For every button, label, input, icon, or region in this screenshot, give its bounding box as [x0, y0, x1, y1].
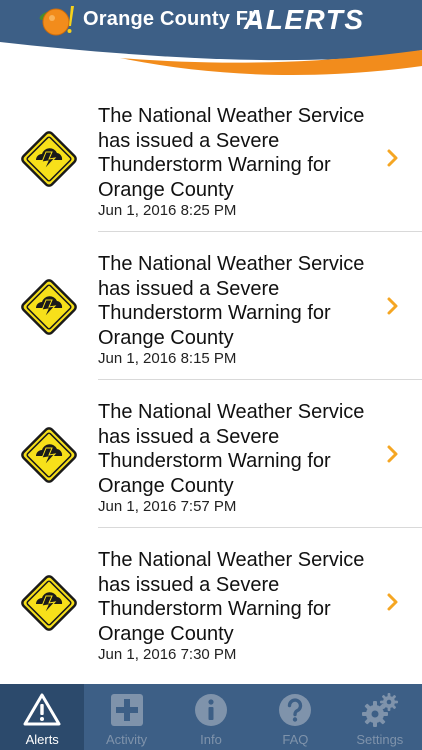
alert-text: The National Weather Service has issued … — [98, 549, 365, 645]
alert-row[interactable]: The National Weather Service has issued … — [0, 380, 422, 528]
alert-row[interactable]: The National Weather Service has issued … — [0, 84, 422, 232]
thunderstorm-warning-icon — [21, 131, 77, 187]
gear-icon — [361, 693, 398, 727]
warning-triangle-icon — [23, 693, 61, 726]
plus-icon — [110, 694, 143, 726]
alert-date: Jun 1, 2016 7:57 PM — [98, 498, 237, 515]
alert-text: The National Weather Service has issued … — [98, 105, 365, 201]
tab-label: Alerts — [25, 732, 59, 747]
chevron-right-icon — [387, 445, 398, 463]
tab-info[interactable]: Info — [169, 684, 253, 750]
info-icon — [195, 694, 228, 726]
tab-label: Settings — [356, 732, 404, 747]
question-icon — [279, 694, 312, 726]
app-title: Orange County FL — [83, 8, 261, 30]
tab-label: Activity — [106, 732, 148, 747]
chevron-right-icon — [387, 149, 398, 167]
alert-list: The National Weather Service has issued … — [0, 84, 422, 684]
alert-date: Jun 1, 2016 8:25 PM — [98, 202, 237, 219]
thunderstorm-warning-icon — [21, 575, 77, 631]
alert-date: Jun 1, 2016 7:30 PM — [98, 646, 237, 663]
orange-logo-icon — [39, 6, 74, 36]
tab-faq[interactable]: FAQ — [253, 684, 337, 750]
app-header: Orange County FL ALERTS — [0, 0, 422, 80]
tab-bar: Alerts Activity Info FAQ Settings — [0, 684, 422, 750]
alert-row[interactable]: The National Weather Service has issued … — [0, 232, 422, 380]
tab-label: Info — [200, 732, 222, 747]
alert-text: The National Weather Service has issued … — [98, 401, 365, 497]
chevron-right-icon — [387, 593, 398, 611]
alert-text: The National Weather Service has issued … — [98, 253, 365, 349]
app-title-alerts: ALERTS — [244, 4, 365, 35]
tab-alerts[interactable]: Alerts — [0, 684, 85, 750]
alert-row[interactable]: The National Weather Service has issued … — [0, 528, 422, 676]
alert-date: Jun 1, 2016 8:15 PM — [98, 350, 237, 367]
thunderstorm-warning-icon — [21, 279, 77, 335]
thunderstorm-warning-icon — [21, 427, 77, 483]
tab-settings[interactable]: Settings — [338, 684, 422, 750]
tab-label: FAQ — [282, 732, 309, 747]
chevron-right-icon — [387, 297, 398, 315]
tab-activity[interactable]: Activity — [84, 684, 168, 750]
